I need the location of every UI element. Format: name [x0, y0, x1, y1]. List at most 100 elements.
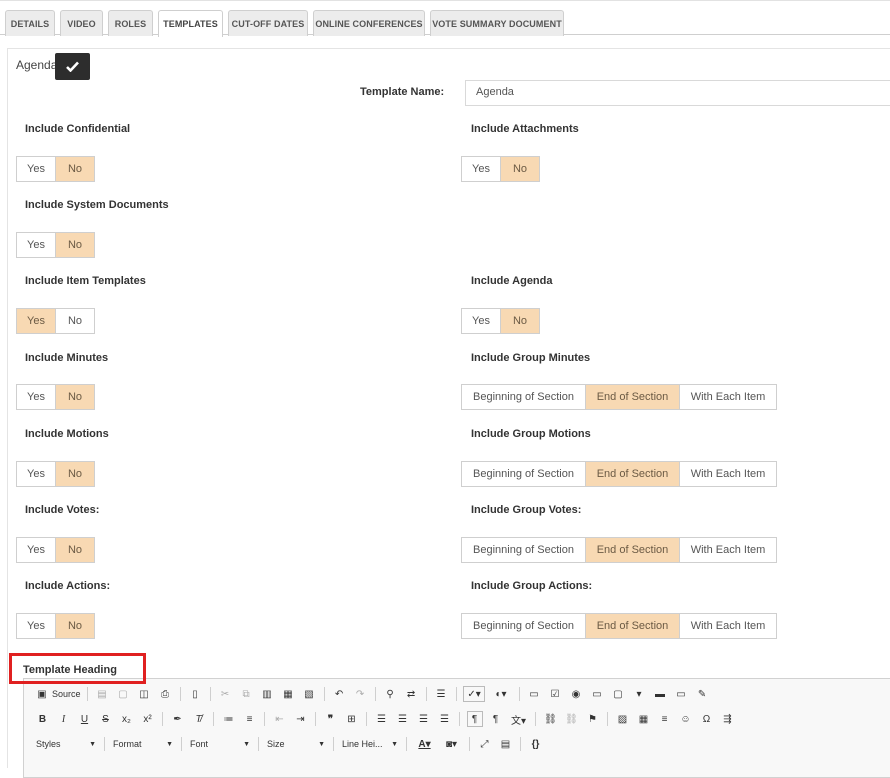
include-agenda-yes[interactable]: Yes: [462, 309, 501, 333]
cut-icon[interactable]: ✂: [217, 686, 233, 702]
preview-icon[interactable]: ◫: [136, 686, 152, 702]
tab-online-conferences[interactable]: ONLINE CONFERENCES: [313, 10, 425, 36]
include-group-votes-beginning[interactable]: Beginning of Section: [462, 538, 586, 562]
include-group-minutes-each[interactable]: With Each Item: [680, 385, 776, 409]
template-name-input[interactable]: Agenda: [465, 80, 890, 106]
include-item-templates-yes[interactable]: Yes: [17, 309, 56, 333]
div-container-icon[interactable]: ⊞: [344, 711, 360, 727]
find-icon[interactable]: ⚲: [382, 686, 398, 702]
redo-icon[interactable]: ↷: [352, 686, 368, 702]
select-all-icon[interactable]: ☰: [433, 686, 449, 702]
tab-templates[interactable]: TEMPLATES: [158, 10, 223, 37]
include-attachments-yes[interactable]: Yes: [462, 157, 501, 181]
button-icon[interactable]: ▬: [652, 686, 668, 702]
code-snippet-icon[interactable]: {}: [528, 736, 544, 752]
maximize-icon[interactable]: ⤢: [477, 736, 493, 752]
align-center-icon[interactable]: ☰: [395, 711, 411, 727]
numbered-list-icon[interactable]: ≔: [221, 711, 237, 727]
include-group-actions-each[interactable]: With Each Item: [680, 614, 776, 638]
bulleted-list-icon[interactable]: ≡: [242, 711, 258, 727]
source-button[interactable]: ▣ Source: [32, 686, 83, 702]
align-right-icon[interactable]: ☰: [416, 711, 432, 727]
include-system-documents-yes[interactable]: Yes: [17, 233, 56, 257]
replace-icon[interactable]: ⇄: [403, 686, 419, 702]
ltr-icon[interactable]: ¶: [466, 711, 483, 727]
spellcheck-icon[interactable]: ✓▾: [463, 686, 486, 702]
include-system-documents-no[interactable]: No: [56, 233, 94, 257]
include-group-motions-beginning[interactable]: Beginning of Section: [462, 462, 586, 486]
blockquote-icon[interactable]: ❞: [323, 711, 339, 727]
radio-icon[interactable]: ◉: [568, 686, 584, 702]
hidden-field-icon[interactable]: ✎: [694, 686, 710, 702]
font-combo[interactable]: Font ▼: [186, 736, 254, 752]
include-group-minutes-beginning[interactable]: Beginning of Section: [462, 385, 586, 409]
include-confidential-yes[interactable]: Yes: [17, 157, 56, 181]
line-height-combo[interactable]: Line Hei... ▼: [338, 736, 402, 752]
paste-icon[interactable]: ▥: [259, 686, 275, 702]
save-check-button[interactable]: [55, 53, 90, 80]
include-group-votes-end[interactable]: End of Section: [586, 538, 680, 562]
include-minutes-no[interactable]: No: [56, 385, 94, 409]
tab-cut-off-dates[interactable]: CUT-OFF DATES: [228, 10, 308, 36]
undo-icon[interactable]: ↶: [331, 686, 347, 702]
image-button-icon[interactable]: ▭: [673, 686, 689, 702]
include-group-motions-each[interactable]: With Each Item: [680, 462, 776, 486]
image-icon[interactable]: ▨: [615, 711, 631, 727]
language-icon[interactable]: 文▾: [509, 711, 529, 727]
include-confidential-no[interactable]: No: [56, 157, 94, 181]
page-break-icon[interactable]: ⇶: [720, 711, 736, 727]
templates-icon[interactable]: ▯: [187, 686, 203, 702]
copy-icon[interactable]: ⧉: [238, 686, 254, 702]
indent-icon[interactable]: ⇥: [293, 711, 309, 727]
include-group-motions-end[interactable]: End of Section: [586, 462, 680, 486]
include-group-minutes-end[interactable]: End of Section: [586, 385, 680, 409]
save-icon[interactable]: ▤: [94, 686, 110, 702]
copy-format-icon[interactable]: ✒: [170, 711, 186, 727]
include-minutes-yes[interactable]: Yes: [17, 385, 56, 409]
print-icon[interactable]: ⎙: [157, 686, 173, 702]
horizontal-line-icon[interactable]: ≡: [657, 711, 673, 727]
rtl-icon[interactable]: ¶: [488, 711, 504, 727]
include-group-votes-each[interactable]: With Each Item: [680, 538, 776, 562]
form-icon[interactable]: ▭: [526, 686, 542, 702]
checkbox-icon[interactable]: ☑: [547, 686, 563, 702]
include-group-actions-end[interactable]: End of Section: [586, 614, 680, 638]
textarea-icon[interactable]: ▢: [610, 686, 626, 702]
tab-vote-summary-document[interactable]: VOTE SUMMARY DOCUMENT: [430, 10, 564, 36]
underline-icon[interactable]: U: [77, 711, 93, 727]
paste-word-icon[interactable]: ▧: [301, 686, 317, 702]
include-attachments-no[interactable]: No: [501, 157, 539, 181]
special-char-icon[interactable]: Ω: [699, 711, 715, 727]
include-actions-no[interactable]: No: [56, 614, 94, 638]
smiley-icon[interactable]: ☺: [678, 711, 694, 727]
paste-text-icon[interactable]: ▦: [280, 686, 296, 702]
unlink-icon[interactable]: ⛓: [564, 711, 580, 727]
bold-icon[interactable]: B: [35, 711, 51, 727]
outdent-icon[interactable]: ⇤: [272, 711, 288, 727]
table-icon[interactable]: ▦: [636, 711, 652, 727]
tab-roles[interactable]: ROLES: [108, 10, 153, 36]
align-left-icon[interactable]: ☰: [374, 711, 390, 727]
size-combo[interactable]: Size ▼: [263, 736, 329, 752]
italic-icon[interactable]: I: [56, 711, 72, 727]
include-motions-yes[interactable]: Yes: [17, 462, 56, 486]
include-item-templates-no[interactable]: No: [56, 309, 94, 333]
align-justify-icon[interactable]: ☰: [437, 711, 453, 727]
anchor-icon[interactable]: ⚑: [585, 711, 601, 727]
tab-details[interactable]: DETAILS: [5, 10, 55, 36]
textfield-icon[interactable]: ▭: [589, 686, 605, 702]
include-votes-no[interactable]: No: [56, 538, 94, 562]
select-icon[interactable]: ▾: [631, 686, 647, 702]
remove-format-icon[interactable]: T̸: [191, 711, 207, 727]
superscript-icon[interactable]: x²: [140, 711, 156, 727]
include-votes-yes[interactable]: Yes: [17, 538, 56, 562]
include-group-actions-beginning[interactable]: Beginning of Section: [462, 614, 586, 638]
subscript-icon[interactable]: x₂: [119, 711, 135, 727]
format-combo[interactable]: Format ▼: [109, 736, 177, 752]
include-actions-yes[interactable]: Yes: [17, 614, 56, 638]
strikethrough-icon[interactable]: S: [98, 711, 114, 727]
scayt-icon[interactable]: ◐▾: [490, 686, 512, 702]
text-color-icon[interactable]: A▾: [414, 736, 436, 752]
link-icon[interactable]: ⛓: [543, 711, 559, 727]
new-page-icon[interactable]: ▢: [115, 686, 131, 702]
